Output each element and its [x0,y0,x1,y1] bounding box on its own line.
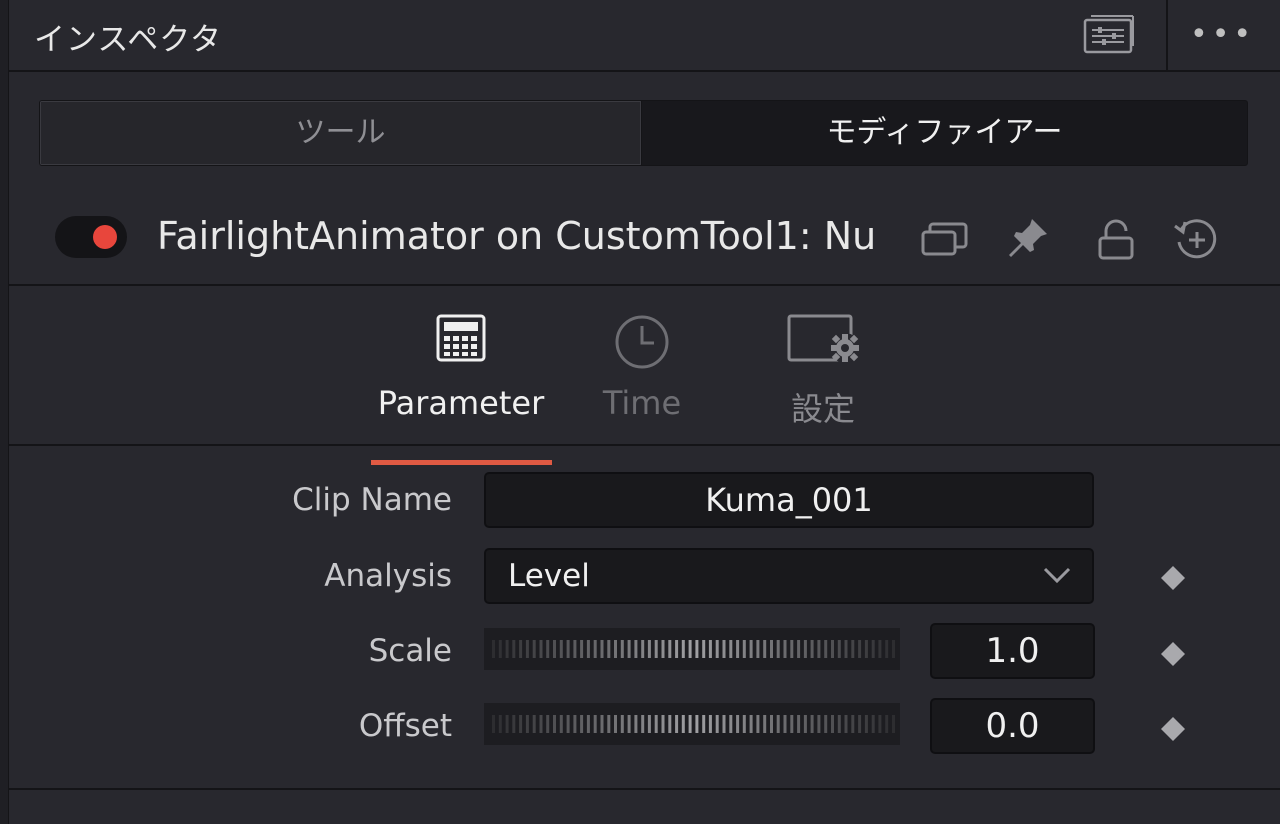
inspector-mode-tabs: ツール モディファイアー [39,100,1248,166]
offset-label: Offset [358,708,452,744]
scale-label: Scale [368,633,452,669]
chevron-down-icon [1042,564,1072,586]
tab-modifiers[interactable]: モディファイアー [642,101,1247,165]
subtab-parameter[interactable]: Parameter [371,308,552,465]
analysis-dropdown[interactable]: Level [484,548,1094,604]
calculator-icon [436,314,486,366]
panel-title: インスペクタ [34,22,222,58]
scale-input[interactable]: 1.0 [930,623,1095,679]
scale-slider[interactable] [484,628,900,670]
subtab-time[interactable]: Time [552,308,732,438]
clock-icon [614,314,670,374]
header-divider [1166,0,1168,70]
analysis-label: Analysis [324,558,452,594]
scale-value: 1.0 [985,631,1040,671]
modifier-subtabs: Parameter Time 設定 [9,286,1280,465]
offset-keyframe-icon[interactable] [1160,716,1186,742]
pin-icon[interactable] [1003,216,1053,262]
subtab-time-label: Time [602,384,682,422]
active-tab-underline [371,460,552,465]
offset-input[interactable]: 0.0 [930,698,1095,754]
scale-keyframe-icon[interactable] [1160,641,1186,667]
sliders-panel-icon[interactable] [1083,14,1135,54]
more-options-icon[interactable]: ••• [1190,20,1255,50]
section-bottom-divider [9,788,1280,790]
clip-name-value: Kuma_001 [705,481,873,519]
reset-icon[interactable] [1171,216,1221,262]
settings-monitor-icon [787,314,867,372]
enable-toggle[interactable] [55,216,127,258]
analysis-keyframe-icon[interactable] [1160,565,1186,591]
left-panel-edge [0,0,9,824]
offset-slider[interactable] [484,703,900,745]
clip-name-input[interactable]: Kuma_001 [484,472,1094,528]
lock-icon[interactable] [1091,216,1141,262]
enable-toggle-dot [93,225,117,249]
subtab-settings-label: 設定 [790,390,855,428]
tab-modifiers-label: モディファイアー [826,115,1063,150]
subtab-settings[interactable]: 設定 [733,308,913,438]
clip-name-label: Clip Name [292,482,452,518]
node-header-row: FairlightAnimator on CustomTool1: Nur [9,194,1280,286]
tab-tools[interactable]: ツール [40,101,641,165]
analysis-value: Level [508,558,590,594]
versions-icon[interactable] [919,216,969,262]
offset-value: 0.0 [985,706,1040,746]
node-title: FairlightAnimator on CustomTool1: Nur [157,214,877,258]
subtab-parameter-label: Parameter [377,384,545,422]
tab-tools-label: ツール [295,115,386,150]
